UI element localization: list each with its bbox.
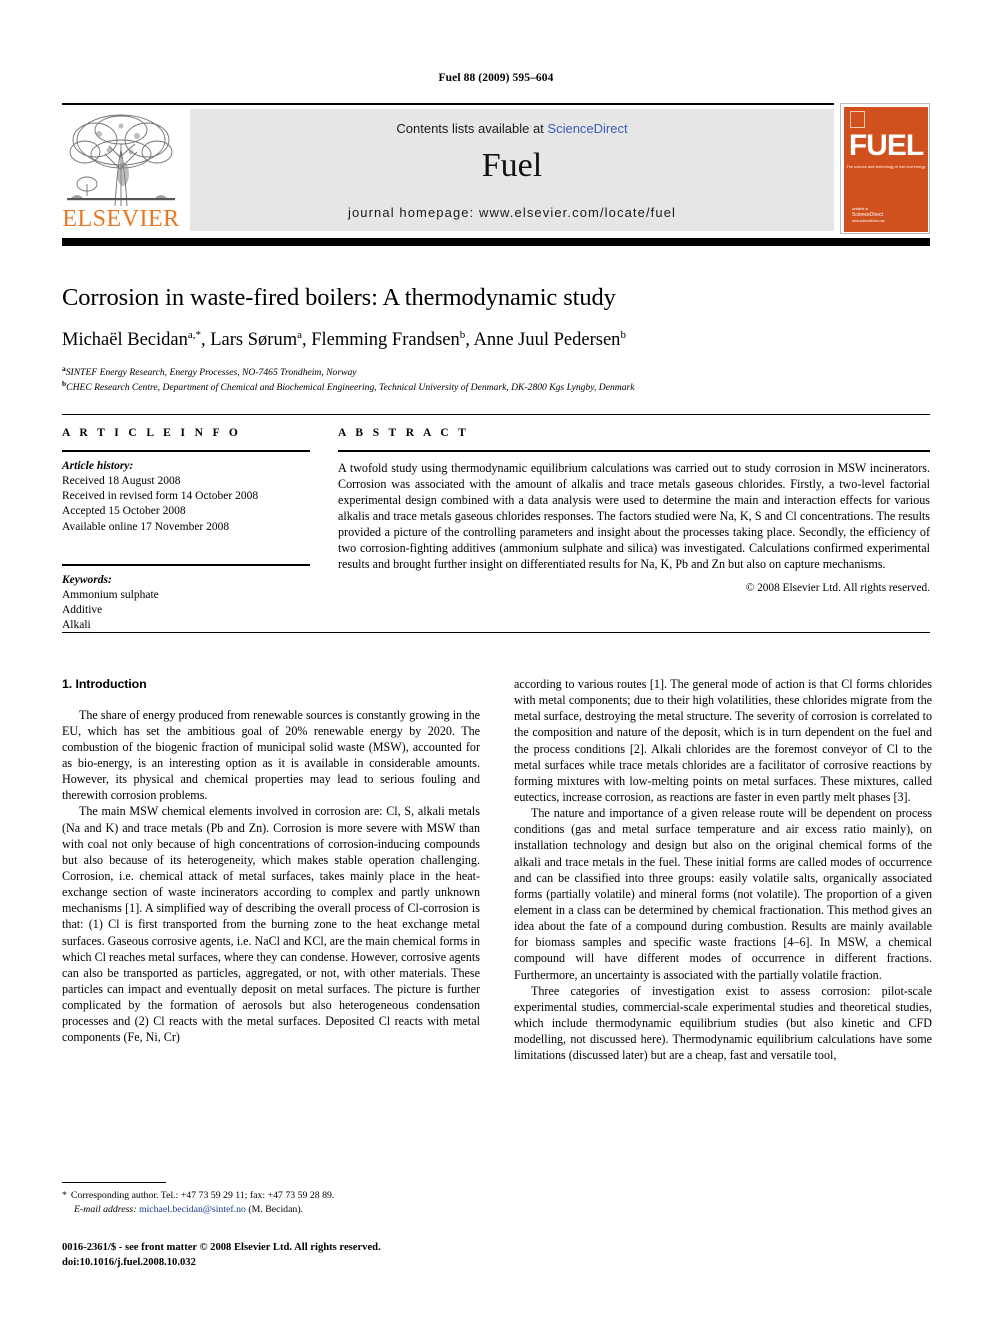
footnote-email-suffix: (M. Becidan). (248, 1203, 304, 1215)
author-3-marks: b (620, 329, 626, 342)
section-heading-introduction: 1. Introduction (62, 677, 147, 691)
imprint-doi-line: doi:10.1016/j.fuel.2008.10.032 (62, 1257, 196, 1269)
abstract-rule (338, 450, 930, 452)
masthead-top-rule (62, 103, 834, 105)
history-item-received: Received 18 August 2008 (62, 474, 181, 487)
sciencedirect-link[interactable]: ScienceDirect (547, 121, 627, 136)
cover-tagline: The science and technology of fuel and e… (846, 165, 926, 169)
abstract-copyright: © 2008 Elsevier Ltd. All rights reserved… (745, 581, 930, 594)
info-top-rule (62, 414, 930, 415)
author-1: Lars Søruma (210, 329, 302, 351)
affiliation-b: bCHEC Research Centre, Department of Che… (62, 379, 930, 395)
footnote-block: * Corresponding author. Tel.: +47 73 59 2… (62, 1189, 480, 1217)
masthead-bottom-bar (62, 238, 930, 246)
affiliation-a-text: SINTEF Energy Research, Energy Processes… (65, 366, 357, 378)
footnote-email-link[interactable]: michael.becidan@sintef.no (139, 1204, 246, 1215)
author-sep-1: , (301, 330, 312, 351)
author-3: Anne Juul Pedersenb (473, 329, 626, 351)
imprint-block: 0016-2361/$ - see front matter © 2008 El… (62, 1240, 492, 1270)
intro-paragraph-2-continued: according to various routes [1]. The gen… (514, 677, 932, 804)
keyword-1: Additive (62, 604, 103, 617)
keywords-rule (62, 564, 310, 566)
contents-line: Contents lists available at ScienceDirec… (396, 121, 627, 136)
article-history-label: Article history: (62, 459, 134, 472)
affiliation-list: aSINTEF Energy Research, Energy Processe… (62, 364, 930, 396)
history-item-accepted: Accepted 15 October 2008 (62, 505, 186, 518)
body-column-left: 1. Introduction The share of energy prod… (62, 676, 480, 1046)
intro-paragraph-1: The share of energy produced from renewa… (62, 707, 480, 803)
abstract-column: A B S T R A C T A twofold study using th… (338, 427, 930, 594)
author-0: Michaël Becidana,* (62, 329, 201, 351)
journal-masthead: ELSEVIER Contents lists available at Sci… (62, 103, 930, 234)
cover-sd-brand: ScienceDirect (852, 211, 883, 218)
running-head: Fuel 88 (2009) 595–604 (438, 72, 554, 84)
footnote-corresponding-line: * Corresponding author. Tel.: +47 73 59 2… (62, 1189, 480, 1203)
footnote-rule (62, 1182, 166, 1183)
elsevier-tree-icon (65, 110, 177, 206)
footnote-corresponding-text: Corresponding author. Tel.: +47 73 59 29… (70, 1190, 335, 1201)
journal-homepage-link[interactable]: journal homepage: www.elsevier.com/locat… (348, 205, 676, 220)
abstract-heading: A B S T R A C T (338, 427, 470, 439)
article-info-column: A R T I C L E I N F O Article history: R… (62, 427, 310, 634)
author-0-name: Michaël Becidan (62, 330, 188, 351)
footnote-email-line: E-mail address: michael.becidan@sintef.n… (62, 1203, 480, 1217)
history-item-revised: Received in revised form 14 October 2008 (62, 490, 259, 503)
imprint-issn-line: 0016-2361/$ - see front matter © 2008 El… (62, 1242, 381, 1253)
author-0-marks: a,* (187, 329, 201, 342)
article-info-rule (62, 450, 310, 452)
intro-paragraph-2: The main MSW chemical elements involved … (62, 804, 480, 1045)
author-2-name: Flemming Frandsen (311, 330, 460, 351)
cover-sciencedirect-block: available at ScienceDirect www.sciencedi… (852, 207, 912, 224)
affiliation-a: aSINTEF Energy Research, Energy Processe… (62, 364, 930, 380)
footnote-email-label: E-mail address: (74, 1203, 137, 1215)
cover-wordmark: FUEL (848, 129, 924, 162)
journal-title: Fuel (481, 147, 543, 184)
contents-prefix: Contents lists available at (396, 121, 548, 136)
intro-paragraph-4: Three categories of investigation exist … (514, 983, 932, 1063)
keyword-0: Ammonium sulphate (62, 588, 159, 601)
author-sep-0: , (201, 330, 211, 351)
title-block: Corrosion in waste-fired boilers: A ther… (62, 284, 930, 395)
abstract-text: A twofold study using thermodynamic equi… (338, 460, 930, 572)
article-info-heading: A R T I C L E I N F O (62, 427, 242, 439)
author-2: Flemming Frandsenb (311, 329, 465, 351)
elsevier-wordmark: ELSEVIER (62, 206, 180, 232)
body-column-right: according to various routes [1]. The gen… (514, 676, 932, 1063)
journal-band: Contents lists available at ScienceDirec… (190, 109, 834, 231)
paper-page: Fuel 88 (2009) 595–604 ELSEVIER Contents… (0, 0, 992, 1323)
author-1-name: Lars Sørum (210, 330, 298, 351)
history-item-online: Available online 17 November 2008 (62, 520, 230, 533)
journal-cover-image: FUEL The science and technology of fuel … (844, 107, 928, 232)
elsevier-logo: ELSEVIER (62, 109, 180, 231)
page-title: Corrosion in waste-fired boilers: A ther… (62, 284, 616, 311)
cover-elsevier-mark-icon (850, 111, 865, 128)
cover-sd-url: www.sciencedirect.com (852, 219, 886, 224)
journal-cover-thumbnail: FUEL The science and technology of fuel … (840, 103, 930, 234)
affiliation-b-text: CHEC Research Centre, Department of Chem… (66, 382, 635, 394)
footnote-asterisk-icon: * (62, 1190, 67, 1201)
author-list: Michaël Becidana,*, Lars Søruma, Flemmin… (62, 329, 930, 351)
intro-paragraph-3: The nature and importance of a given rel… (514, 806, 932, 982)
keywords-label: Keywords: (62, 573, 112, 586)
author-3-name: Anne Juul Pedersen (473, 330, 621, 351)
abstract-bottom-rule (62, 632, 930, 633)
